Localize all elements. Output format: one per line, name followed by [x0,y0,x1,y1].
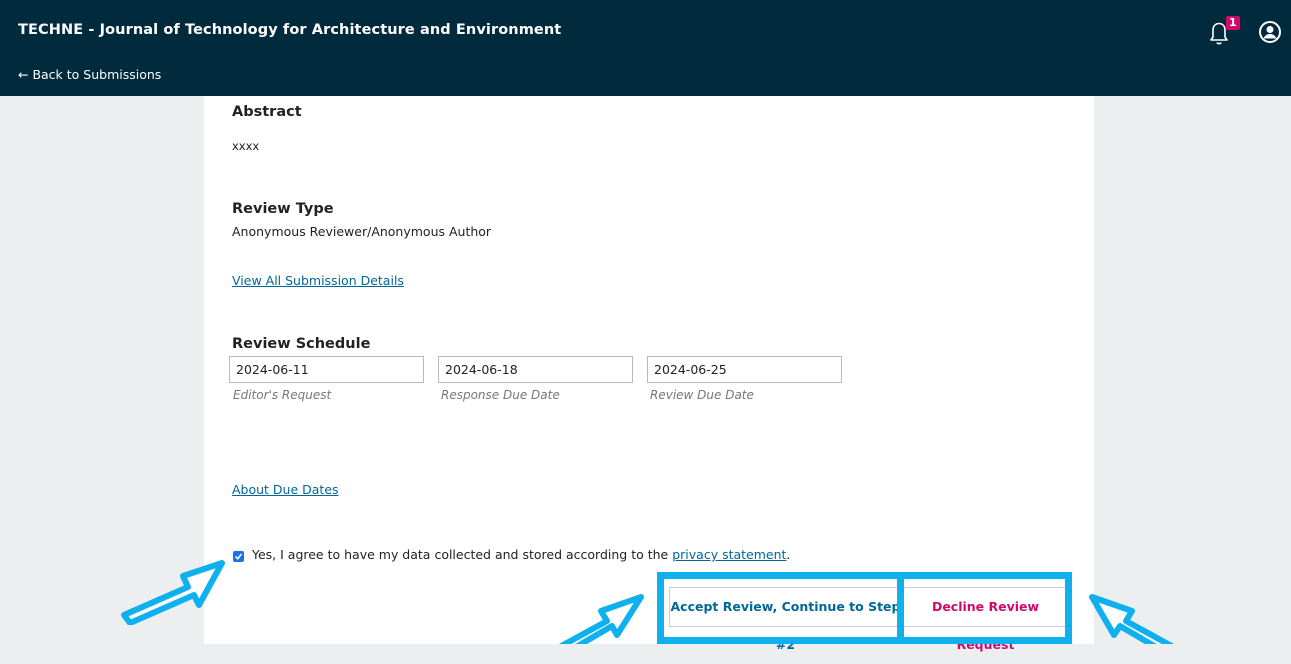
checkmark-icon [234,553,243,560]
decline-review-button[interactable]: Decline Review Request [903,587,1068,652]
user-account-icon[interactable] [1258,20,1282,44]
privacy-consent-checkbox[interactable] [233,551,244,562]
review-type-text: Anonymous Reviewer/Anonymous Author [232,224,492,239]
abstract-text: xxxx [232,139,260,153]
view-submission-details-link[interactable]: View All Submission Details [232,273,404,288]
response-due-date-field[interactable] [438,356,633,383]
accept-review-button[interactable]: Accept Review, Continue to Step #2 [669,587,902,652]
response-due-date-label: Response Due Date [441,388,560,402]
annotation-arrow-icon [1089,594,1175,644]
editor-request-date-field[interactable] [229,356,424,383]
abstract-heading: Abstract [232,104,302,120]
review-schedule-heading: Review Schedule [232,336,371,352]
consent-period: . [786,547,791,562]
back-to-submissions-link[interactable]: ← Back to Submissions [18,67,161,82]
privacy-statement-link[interactable]: privacy statement [672,547,786,562]
editor-request-label: Editor's Request [233,388,332,402]
site-title: TECHNE - Journal of Technology for Archi… [18,22,562,38]
review-type-heading: Review Type [232,201,334,217]
privacy-consent-text: Yes, I agree to have my data collected a… [252,547,790,562]
consent-label: Yes, I agree to have my data collected a… [252,547,669,562]
review-due-date-label: Review Due Date [650,388,754,402]
about-due-dates-link[interactable]: About Due Dates [232,482,339,497]
top-header: TECHNE - Journal of Technology for Archi… [0,0,1291,96]
review-panel: Abstract xxxx Review Type Anonymous Revi… [204,96,1094,652]
review-due-date-field[interactable] [647,356,842,383]
notification-badge: 1 [1226,16,1240,30]
